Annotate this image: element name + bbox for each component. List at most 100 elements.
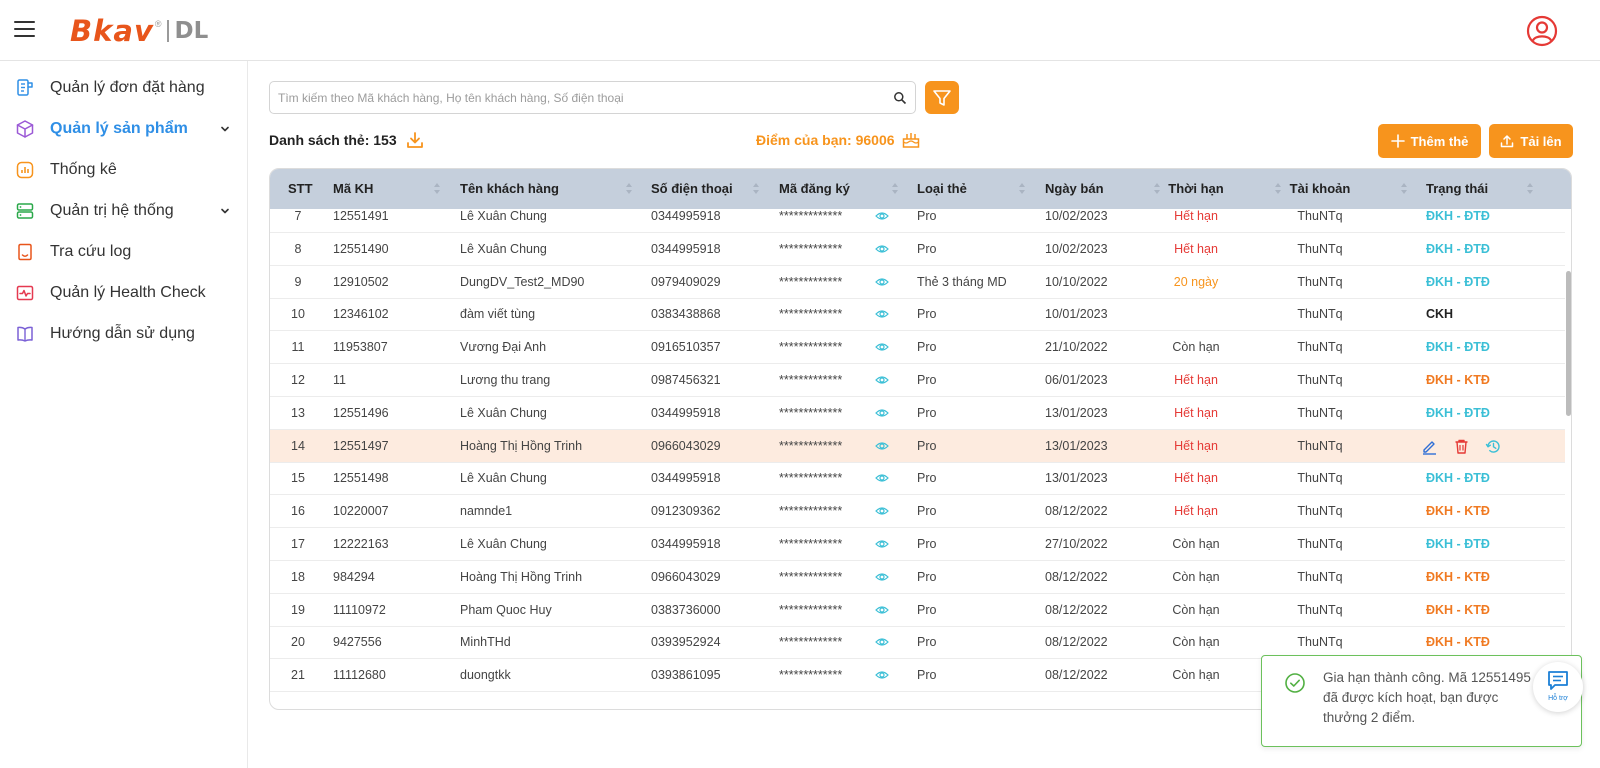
chevron-down-icon[interactable] bbox=[219, 205, 231, 217]
column-header[interactable]: Loại thẻ bbox=[917, 169, 967, 209]
sort-icon[interactable] bbox=[1401, 182, 1407, 196]
table-header: STT Mã KH Tên khách hàng Số điện thoại Mã đă… bbox=[270, 169, 1571, 209]
sidebar-item-4[interactable]: Tra cứu log bbox=[0, 232, 248, 272]
table-row[interactable]: 11 11953807 Vương Đại Anh 0916510357 *******… bbox=[270, 331, 1565, 365]
table-row[interactable]: 8 12551490 Lê Xuân Chung 0344995918 ********… bbox=[270, 233, 1565, 266]
menu-icon[interactable] bbox=[14, 21, 35, 39]
table-scrollbar[interactable] bbox=[1566, 271, 1571, 416]
column-header[interactable]: Trạng thái bbox=[1426, 169, 1488, 209]
phone-number: 0393952924 bbox=[651, 635, 721, 650]
column-header[interactable]: Ngày bán bbox=[1045, 169, 1104, 209]
row-index: 20 bbox=[291, 635, 305, 650]
eye-icon[interactable] bbox=[875, 571, 889, 583]
card-status: ĐKH - ĐTĐ bbox=[1426, 241, 1490, 256]
sort-icon[interactable] bbox=[434, 182, 440, 196]
edit-pencil-icon[interactable] bbox=[1421, 438, 1438, 455]
sort-icon[interactable] bbox=[753, 182, 759, 196]
table-row[interactable]: 9 12910502 DungDV_Test2_MD90 0979409029 ****… bbox=[270, 266, 1565, 299]
table-row[interactable]: 14 12551497 Hoàng Thị Hồng Trinh 0966043029… bbox=[270, 429, 1565, 463]
table-row[interactable]: 12 11 Lương thu trang 0987456321 ***********… bbox=[270, 364, 1565, 397]
column-header[interactable]: Mã đăng ký bbox=[779, 169, 850, 209]
support-chat-button[interactable]: Hỗ trợ bbox=[1533, 662, 1583, 712]
term-status: Hết hạn bbox=[1174, 504, 1218, 519]
sidebar-item-3[interactable]: Quản trị hệ thống bbox=[0, 191, 248, 231]
sidebar-item-label: Tra cứu log bbox=[50, 243, 132, 260]
delete-trash-icon[interactable] bbox=[1453, 438, 1470, 455]
table-body[interactable]: 7 12551491 Lê Xuân Chung 0344995918 ********… bbox=[270, 209, 1571, 709]
eye-icon[interactable] bbox=[875, 243, 889, 255]
filter-button[interactable] bbox=[925, 81, 959, 114]
sidebar-item-5[interactable]: Quản lý Health Check bbox=[0, 273, 248, 313]
column-header[interactable]: Tên khách hàng bbox=[460, 169, 559, 209]
table-row[interactable]: 18 984294 Hoàng Thị Hồng Trinh 0966043029 **… bbox=[270, 561, 1565, 594]
sale-date: 08/12/2022 bbox=[1045, 504, 1108, 519]
user-avatar-icon[interactable] bbox=[1526, 15, 1558, 47]
guide-book-icon bbox=[15, 324, 35, 344]
account-name: ThuNTq bbox=[1297, 241, 1343, 256]
row-index: 8 bbox=[294, 241, 302, 256]
eye-icon[interactable] bbox=[875, 407, 889, 419]
upload-button[interactable]: Tải lên bbox=[1489, 124, 1573, 158]
customer-code: 12551498 bbox=[333, 471, 389, 486]
search-icon[interactable] bbox=[893, 91, 907, 105]
eye-icon[interactable] bbox=[875, 636, 889, 648]
add-card-button[interactable]: Thêm thẻ bbox=[1378, 124, 1481, 158]
eye-icon[interactable] bbox=[875, 341, 889, 353]
eye-icon[interactable] bbox=[875, 604, 889, 616]
eye-icon[interactable] bbox=[875, 440, 889, 452]
phone-number: 0979409029 bbox=[651, 274, 721, 289]
sidebar-item-1[interactable]: Quản lý sản phẩm bbox=[0, 109, 248, 149]
bkav-dl-logo[interactable]: Bkav ® DL bbox=[70, 14, 208, 48]
sort-icon[interactable] bbox=[1527, 182, 1533, 196]
registration-code: ************* bbox=[779, 340, 843, 355]
row-index: 19 bbox=[291, 602, 305, 617]
card-type: Pro bbox=[917, 635, 937, 650]
eye-icon[interactable] bbox=[875, 538, 889, 550]
card-type: Pro bbox=[917, 340, 937, 355]
sale-date: 13/01/2023 bbox=[1045, 405, 1108, 420]
sidebar-item-2[interactable]: Thống kê bbox=[0, 150, 248, 190]
table-row[interactable]: 15 12551498 Lê Xuân Chung 0344995918 *******… bbox=[270, 462, 1565, 496]
eye-icon[interactable] bbox=[875, 210, 889, 222]
sidebar-item-0[interactable]: Quản lý đơn đặt hàng bbox=[0, 68, 248, 108]
column-header[interactable]: Mã KH bbox=[333, 169, 373, 209]
sale-date: 08/12/2022 bbox=[1045, 635, 1108, 650]
eye-icon[interactable] bbox=[875, 472, 889, 484]
column-header[interactable]: Thời hạn bbox=[1156, 169, 1236, 209]
column-header[interactable]: STT bbox=[288, 169, 313, 209]
history-icon[interactable] bbox=[1485, 438, 1502, 455]
table-row[interactable]: 17 12222163 Lê Xuân Chung 0344995918 *******… bbox=[270, 528, 1565, 561]
customer-name: duongtkk bbox=[460, 668, 511, 683]
sort-icon[interactable] bbox=[892, 182, 898, 196]
table-row[interactable]: 10 12346102 đàm viết tùng 0383438868 *******… bbox=[270, 298, 1565, 332]
table-row[interactable]: 7 12551491 Lê Xuân Chung 0344995918 ********… bbox=[270, 209, 1565, 233]
table-row[interactable]: 13 12551496 Lê Xuân Chung 0344995918 *******… bbox=[270, 397, 1565, 430]
sidebar-item-6[interactable]: Hướng dẫn sử dụng bbox=[0, 314, 248, 354]
sort-icon[interactable] bbox=[1019, 182, 1025, 196]
user-points: Điểm của bạn: 96006 bbox=[756, 132, 895, 148]
registration-code: ************* bbox=[779, 537, 843, 551]
sidebar: Quản lý đơn đặt hàng Quản lý sản phẩm Thốn… bbox=[0, 61, 248, 768]
row-index: 7 bbox=[294, 209, 302, 223]
download-icon[interactable] bbox=[405, 130, 425, 150]
eye-icon[interactable] bbox=[875, 669, 889, 681]
card-type: Pro bbox=[917, 537, 937, 551]
column-header[interactable]: Tài khoản bbox=[1280, 169, 1360, 209]
account-name: ThuNTq bbox=[1297, 537, 1343, 551]
eye-icon[interactable] bbox=[875, 374, 889, 386]
eye-icon[interactable] bbox=[875, 276, 889, 288]
eye-icon[interactable] bbox=[875, 505, 889, 517]
row-index: 16 bbox=[291, 504, 305, 519]
term-status: Hết hạn bbox=[1174, 471, 1218, 486]
customer-name: MinhTHd bbox=[460, 635, 511, 650]
logo-sub: DL bbox=[174, 18, 209, 44]
table-row[interactable]: 16 10220007 namnde1 0912309362 *************… bbox=[270, 495, 1565, 529]
card-type: Pro bbox=[917, 504, 937, 519]
chevron-down-icon[interactable] bbox=[219, 123, 231, 135]
row-index: 14 bbox=[291, 438, 305, 453]
search-input[interactable] bbox=[278, 86, 868, 110]
table-row[interactable]: 19 11110972 Pham Quoc Huy 0383736000 *******… bbox=[270, 594, 1565, 627]
column-header[interactable]: Số điện thoại bbox=[651, 169, 733, 209]
sort-icon[interactable] bbox=[626, 182, 632, 196]
eye-icon[interactable] bbox=[875, 308, 889, 320]
